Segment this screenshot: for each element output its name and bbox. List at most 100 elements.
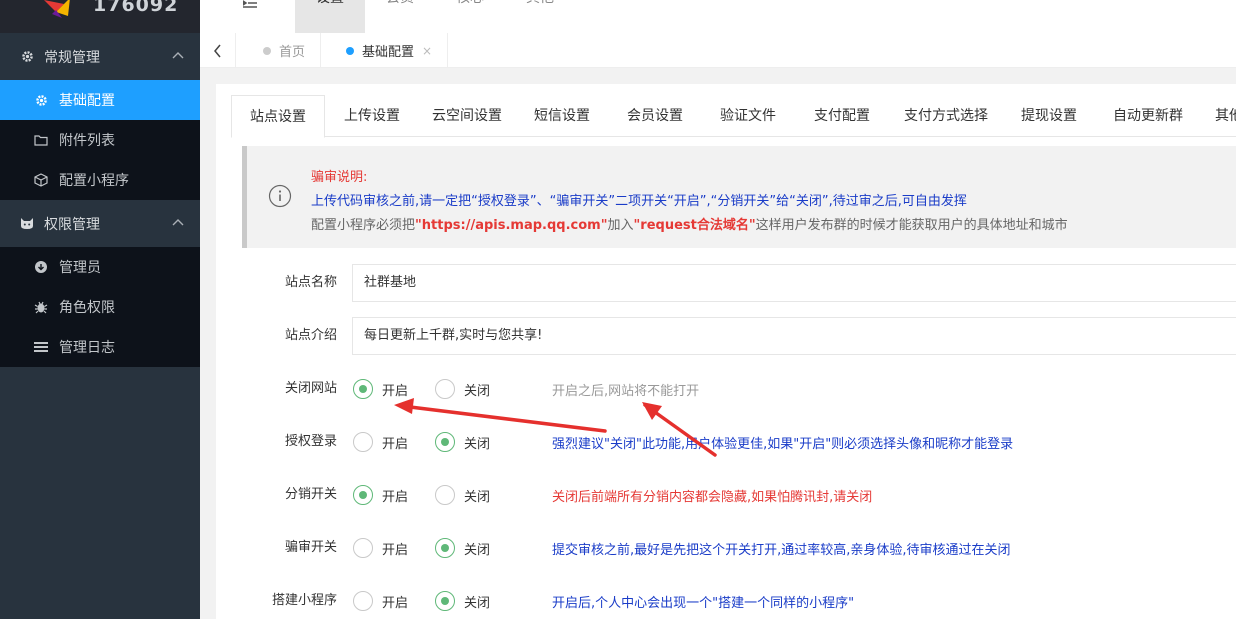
- radio-off[interactable]: 关闭: [435, 432, 490, 452]
- radio-off[interactable]: 关闭: [435, 538, 490, 558]
- sidebar-item-label: 角色权限: [59, 300, 115, 316]
- top-tab-core[interactable]: 核心: [435, 0, 505, 33]
- top-header: 设置 会员 核心 其他: [200, 0, 1236, 33]
- row-build-miniprogram: 搭建小程序 开启 关闭 开启后,个人中心会出现一个"搭建一个同样的小程序": [216, 582, 1236, 619]
- submenu-general: 基础配置 附件列表 配置小程序: [0, 80, 200, 200]
- settings-card: 站点设置 上传设置 云空间设置 短信设置 会员设置 验证文件 支付配置 支付方式…: [216, 84, 1236, 619]
- radio-off[interactable]: 关闭: [435, 379, 490, 399]
- row-distribution: 分销开关 开启 关闭 关闭后前端所有分销内容都会隐藏,如果怕腾讯封,请关闭: [216, 476, 1236, 514]
- page-tab-label: 基础配置: [362, 45, 415, 60]
- field-label: 骗审开关: [284, 540, 337, 555]
- radio-on[interactable]: 开启: [353, 485, 408, 505]
- logo-text: 176092: [93, 0, 179, 16]
- chevron-up-icon: [172, 219, 184, 226]
- radio-on[interactable]: 开启: [353, 591, 408, 611]
- tab-cloud-settings[interactable]: 云空间设置: [419, 95, 515, 137]
- site-intro-input[interactable]: 每日更新上千群,实时与您共享!: [352, 317, 1236, 355]
- field-label: 关闭网站: [284, 381, 337, 396]
- notice-box: 骗审说明: 上传代码审核之前,请一定把“授权登录”、“骗审开关”二项开关“开启”…: [242, 146, 1236, 248]
- sidebar-item-roles[interactable]: 角色权限: [0, 287, 200, 327]
- tab-verify-file[interactable]: 验证文件: [701, 95, 795, 137]
- tab-auto-update-group[interactable]: 自动更新群: [1095, 95, 1201, 137]
- field-hint: 强烈建议"关闭"此功能,用户体验更佳,如果"开启"则必须选择头像和昵称才能登录: [552, 437, 1014, 452]
- radio-off[interactable]: 关闭: [435, 485, 490, 505]
- radio-circle: [435, 432, 455, 452]
- tab-site-settings[interactable]: 站点设置: [231, 95, 325, 138]
- sidebar-item-label: 配置小程序: [59, 173, 129, 189]
- chevron-left-icon: [214, 44, 221, 57]
- gear-icon: [34, 93, 48, 107]
- sidebar-item-logs[interactable]: 管理日志: [0, 327, 200, 367]
- radio-label: 关闭: [464, 383, 491, 399]
- tab-payment-config[interactable]: 支付配置: [795, 95, 889, 137]
- top-tab-other[interactable]: 其他: [505, 0, 575, 33]
- field-hint: 提交审核之前,最好是先把这个开关打开,通过率较高,亲身体验,待审核通过在关闭: [552, 543, 1011, 558]
- sidebar-item-admins[interactable]: 管理员: [0, 247, 200, 287]
- chevron-up-icon: [172, 52, 184, 59]
- row-close-site: 关闭网站 开启 关闭 开启之后,网站将不能打开: [216, 370, 1236, 408]
- page-tab-basic-config[interactable]: 基础配置 ×: [331, 33, 449, 68]
- field-hint: 开启后,个人中心会出现一个"搭建一个同样的小程序": [552, 596, 855, 611]
- tab-upload-settings[interactable]: 上传设置: [325, 95, 419, 137]
- tab-withdraw-settings[interactable]: 提现设置: [1003, 95, 1095, 137]
- sidebar-item-miniprogram[interactable]: 配置小程序: [0, 160, 200, 200]
- submenu-permissions: 管理员 角色权限 管理日志: [0, 247, 200, 367]
- folder-icon: [34, 133, 48, 147]
- tabs-back-button[interactable]: [200, 33, 236, 68]
- radio-label: 开启: [382, 383, 409, 399]
- radio-label: 开启: [382, 542, 409, 558]
- tab-payment-method[interactable]: 支付方式选择: [889, 95, 1003, 137]
- radio-on[interactable]: 开启: [353, 379, 408, 399]
- page-tab-home[interactable]: 首页: [248, 33, 322, 68]
- top-tab-settings[interactable]: 设置: [295, 0, 365, 33]
- sidebar-item-label: 管理员: [59, 260, 101, 276]
- list-icon: [34, 340, 48, 354]
- logo: 176092: [0, 0, 200, 33]
- row-site-intro: 站点介绍 每日更新上千群,实时与您共享!: [216, 317, 1236, 355]
- info-icon: [268, 184, 292, 208]
- field-hint: 关闭后前端所有分销内容都会隐藏,如果怕腾讯封,请关闭: [552, 490, 873, 505]
- fold-menu-icon[interactable]: [242, 0, 257, 12]
- menu-group-label: 常规管理: [44, 49, 100, 66]
- field-label: 站点名称: [284, 275, 337, 290]
- notice-text: 这样用户发布群的时候才能获取用户的具体地址和城市: [755, 218, 1068, 233]
- radio-circle: [353, 591, 373, 611]
- tab-dot: [263, 46, 271, 55]
- close-icon[interactable]: ×: [422, 44, 432, 58]
- field-label: 授权登录: [284, 434, 337, 449]
- user-circle-icon: [34, 260, 48, 274]
- notice-domain: "request合法域名": [633, 218, 756, 233]
- notice-title: 骗审说明:: [311, 170, 368, 185]
- radio-on[interactable]: 开启: [353, 432, 408, 452]
- radio-on[interactable]: 开启: [353, 538, 408, 558]
- tab-member-settings[interactable]: 会员设置: [609, 95, 701, 137]
- field-label: 站点介绍: [284, 328, 337, 343]
- bug-icon: [34, 300, 48, 314]
- row-auth-login: 授权登录 开启 关闭 强烈建议"关闭"此功能,用户体验更佳,如果"开启"则必须选…: [216, 423, 1236, 461]
- sidebar-item-basic-config[interactable]: 基础配置: [0, 80, 200, 120]
- radio-off[interactable]: 关闭: [435, 591, 490, 611]
- notice-url: "https://apis.map.qq.com": [415, 218, 608, 233]
- site-name-input[interactable]: 社群基地: [352, 264, 1236, 302]
- radio-circle: [353, 485, 373, 505]
- tab-sms-settings[interactable]: 短信设置: [515, 95, 609, 137]
- menu-group-permissions[interactable]: 权限管理: [0, 200, 200, 247]
- radio-circle: [435, 591, 455, 611]
- field-label: 搭建小程序: [271, 593, 337, 608]
- tab-other[interactable]: 其他: [1209, 95, 1236, 137]
- radio-label: 开启: [382, 489, 409, 505]
- menu-group-label: 权限管理: [44, 216, 100, 233]
- menu-group-general[interactable]: 常规管理: [0, 33, 200, 80]
- sidebar: 176092 常规管理 基础配置 附件列表 配置小程序 权限管理 管理员 角色权…: [0, 0, 200, 619]
- radio-label: 关闭: [464, 595, 491, 611]
- page-tab-label: 首页: [279, 45, 306, 60]
- row-review-switch: 骗审开关 开启 关闭 提交审核之前,最好是先把这个开关打开,通过率较高,亲身体验…: [216, 529, 1236, 567]
- top-tab-label: 核心: [456, 0, 484, 6]
- notice-line-3: 配置小程序必须把"https://apis.map.qq.com"加入"requ…: [311, 214, 1068, 233]
- sidebar-item-attachments[interactable]: 附件列表: [0, 120, 200, 160]
- radio-label: 关闭: [464, 542, 491, 558]
- radio-label: 开启: [382, 436, 409, 452]
- top-tab-members[interactable]: 会员: [365, 0, 435, 33]
- gear-icon: [20, 50, 34, 64]
- radio-circle: [435, 379, 455, 399]
